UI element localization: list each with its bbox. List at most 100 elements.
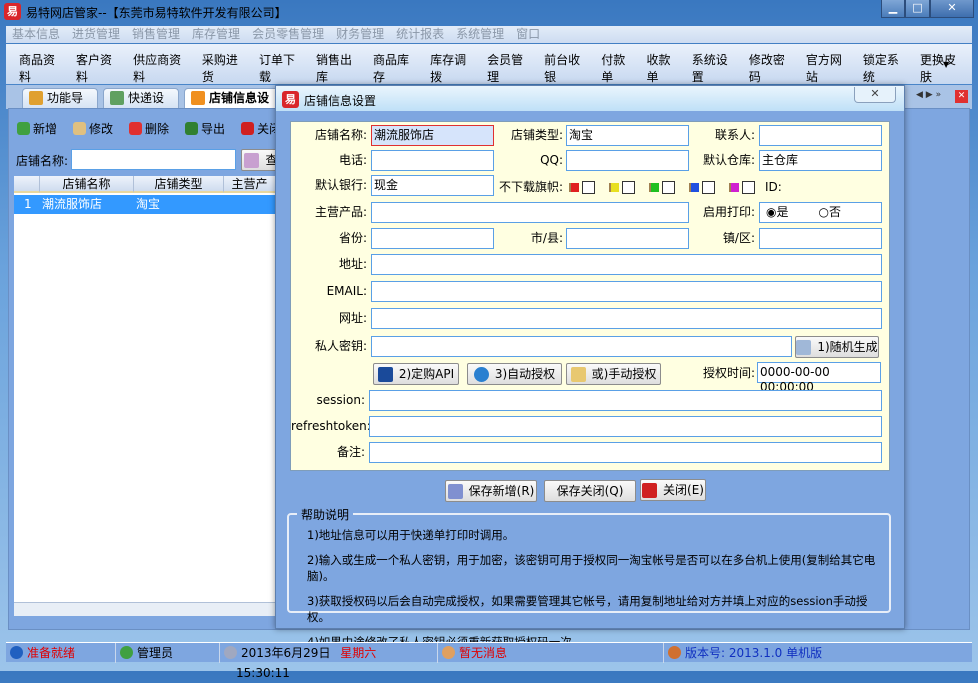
toolbar-button[interactable]: 付款单 [596,44,641,84]
checkbox[interactable] [622,181,635,194]
column-header[interactable]: 主营产 [224,176,276,193]
save-close-button[interactable]: 保存关闭(Q) [544,480,636,502]
random-generate-button[interactable]: 1)随机生成 [795,336,879,358]
tab-shop-info-settings[interactable]: 店铺信息设置 [184,88,284,123]
auth-time-input[interactable]: 0000-00-00 00:00:00 [757,362,881,394]
menu-item[interactable]: 基本信息 [6,26,66,43]
print-no-radio[interactable]: ○否 [819,205,842,220]
private-key-input[interactable] [371,336,792,357]
flag-checkbox[interactable] [609,181,635,194]
checkbox[interactable] [742,181,755,194]
flag-checkbox[interactable] [729,181,755,194]
minimize-button[interactable]: ▁ [881,0,905,18]
toolbar-button[interactable]: 采购进货 [197,44,254,84]
column-header[interactable]: 店铺名称 [40,176,134,193]
flag-icon [649,183,659,192]
qq-input[interactable] [566,150,689,171]
city-input[interactable] [566,228,689,249]
action-button[interactable]: 修改 [73,120,121,137]
horizontal-scrollbar[interactable] [14,602,276,616]
toolbar-button[interactable]: 前台收银 [539,44,596,84]
toolbar-overflow-icon[interactable]: ▼ [943,60,949,69]
toolbar-button[interactable]: 系统设置 [687,44,744,84]
label-contact: 联系人: [714,128,755,142]
button-label: 保存关闭(Q) [556,484,624,498]
close-button[interactable]: 关闭(E) [640,479,706,501]
help-title: 帮助说明 [297,506,354,523]
shop-name-input[interactable]: 潮流服饰店 [371,125,494,146]
menu-item[interactable]: 库存管理 [186,26,246,43]
flag-checkbox[interactable] [649,181,675,194]
shop-name-search-input[interactable] [71,149,236,170]
toolbar-button[interactable]: 锁定系统 [858,44,915,84]
toolbar-button[interactable]: 销售出库 [311,44,368,84]
close-window-button[interactable]: ✕ [930,0,974,18]
toolbar-button[interactable]: 商品资料 [14,44,71,84]
phone-input[interactable] [371,150,494,171]
website-input[interactable] [371,308,882,329]
menu-item[interactable]: 会员零售管理 [246,26,330,43]
toolbar-button[interactable]: 商品库存 [368,44,425,84]
toolbar-button[interactable]: 库存调拨 [425,44,482,84]
print-yes-radio[interactable]: ◉是 [766,205,789,220]
label-website: 网址: [338,311,367,325]
dialog-title: 店铺信息设置 [304,94,377,108]
contact-input[interactable] [759,125,882,146]
menu-item[interactable]: 销售管理 [126,26,186,43]
toolbar-button[interactable]: 官方网站 [801,44,858,84]
toolbar-button[interactable]: 供应商资料 [128,44,197,84]
menu-item[interactable]: 窗口 [510,26,546,43]
province-input[interactable] [371,228,494,249]
tab-function-nav[interactable]: 功能导航 [22,88,98,123]
menu-item[interactable]: 统计报表 [390,26,450,43]
town-input[interactable] [759,228,882,249]
status-time: 15:30:11 [236,666,290,680]
auto-authorize-button[interactable]: 3)自动授权 [467,363,562,385]
toolbar-button[interactable]: 订单下载 [254,44,311,84]
label-bank: 默认银行: [314,178,367,192]
action-button[interactable]: 删除 [129,120,177,137]
shop-icon [191,91,205,105]
maximize-button[interactable]: □ [905,0,930,18]
save-new-button[interactable]: 保存新增(R) [445,480,537,502]
checkbox[interactable] [702,181,715,194]
default-bank-input[interactable]: 现金 [371,175,494,196]
toolbar-button-label: 锁定系统 [862,53,899,84]
label-address: 地址: [338,257,367,271]
buy-api-button[interactable]: 2)定购API [373,363,459,385]
default-warehouse-input[interactable]: 主仓库 [759,150,882,171]
shop-type-input[interactable]: 淘宝 [566,125,689,146]
action-button[interactable]: 导出 [185,120,233,137]
menu-item[interactable]: 财务管理 [330,26,390,43]
status-message: 暂无消息 [438,643,664,663]
menu-item[interactable]: 系统管理 [450,26,510,43]
checkbox[interactable] [582,181,595,194]
menu-item[interactable]: 进货管理 [66,26,126,43]
manual-authorize-button[interactable]: 或)手动授权 [566,363,661,385]
toolbar-button[interactable]: 会员管理 [482,44,539,84]
title-bar: 易 易特网店管家--【东莞市易特软件开发有限公司】 ▁ □ ✕ [0,0,978,24]
toolbar-button-label: 客户资料 [76,53,113,84]
search-label: 店铺名称: [16,154,69,168]
main-product-input[interactable] [371,202,689,223]
table-row[interactable]: 1 潮流服饰店 淘宝 [14,195,276,214]
flag-icon [689,183,699,192]
checkbox[interactable] [662,181,675,194]
flag-checkbox[interactable] [689,181,715,194]
toolbar-button[interactable]: 修改密码 [744,44,801,84]
status-version-text: 版本号: 2013.1.0 单机版 [685,646,823,660]
email-input[interactable] [371,281,882,302]
flag-checkbox[interactable] [569,181,595,194]
column-header[interactable]: 店铺类型 [134,176,224,193]
action-button[interactable]: 新增 [17,120,65,137]
session-input[interactable] [369,390,882,411]
tab-scroll-arrows[interactable]: ◀ ▶ » [916,90,941,100]
address-input[interactable] [371,254,882,275]
refreshtoken-input[interactable] [369,416,882,437]
tab-express-settings[interactable]: 快递设置 [103,88,179,123]
dialog-close-button[interactable]: ✕ [854,87,896,103]
remark-input[interactable] [369,442,882,463]
toolbar-button[interactable]: 收款单 [642,44,687,84]
close-tab-button[interactable]: ✕ [955,90,968,103]
toolbar-button[interactable]: 客户资料 [71,44,128,84]
